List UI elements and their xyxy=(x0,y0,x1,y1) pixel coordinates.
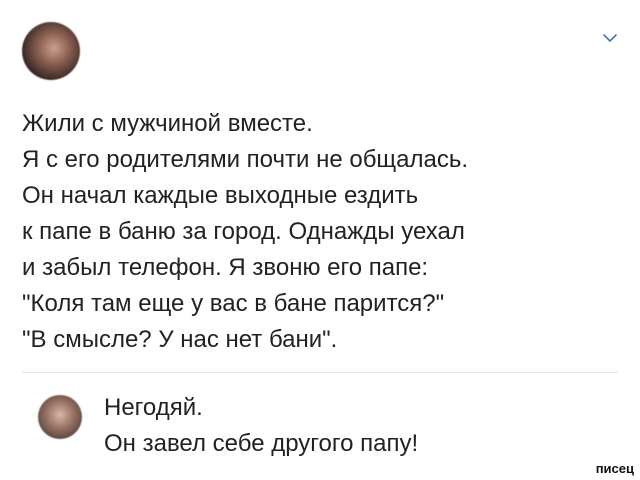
comment-text: Негодяй. Он завел себе другого папу! xyxy=(104,394,419,457)
commenter-avatar[interactable] xyxy=(38,395,82,439)
post-card: Жили с мужчиной вместе. Я с его родителя… xyxy=(0,0,640,480)
post-text: Жили с мужчиной вместе. Я с его родителя… xyxy=(22,110,469,353)
author-avatar[interactable] xyxy=(22,22,80,80)
watermark: писец xyxy=(595,461,634,476)
divider xyxy=(22,372,618,373)
chevron-down-icon[interactable] xyxy=(602,32,618,44)
